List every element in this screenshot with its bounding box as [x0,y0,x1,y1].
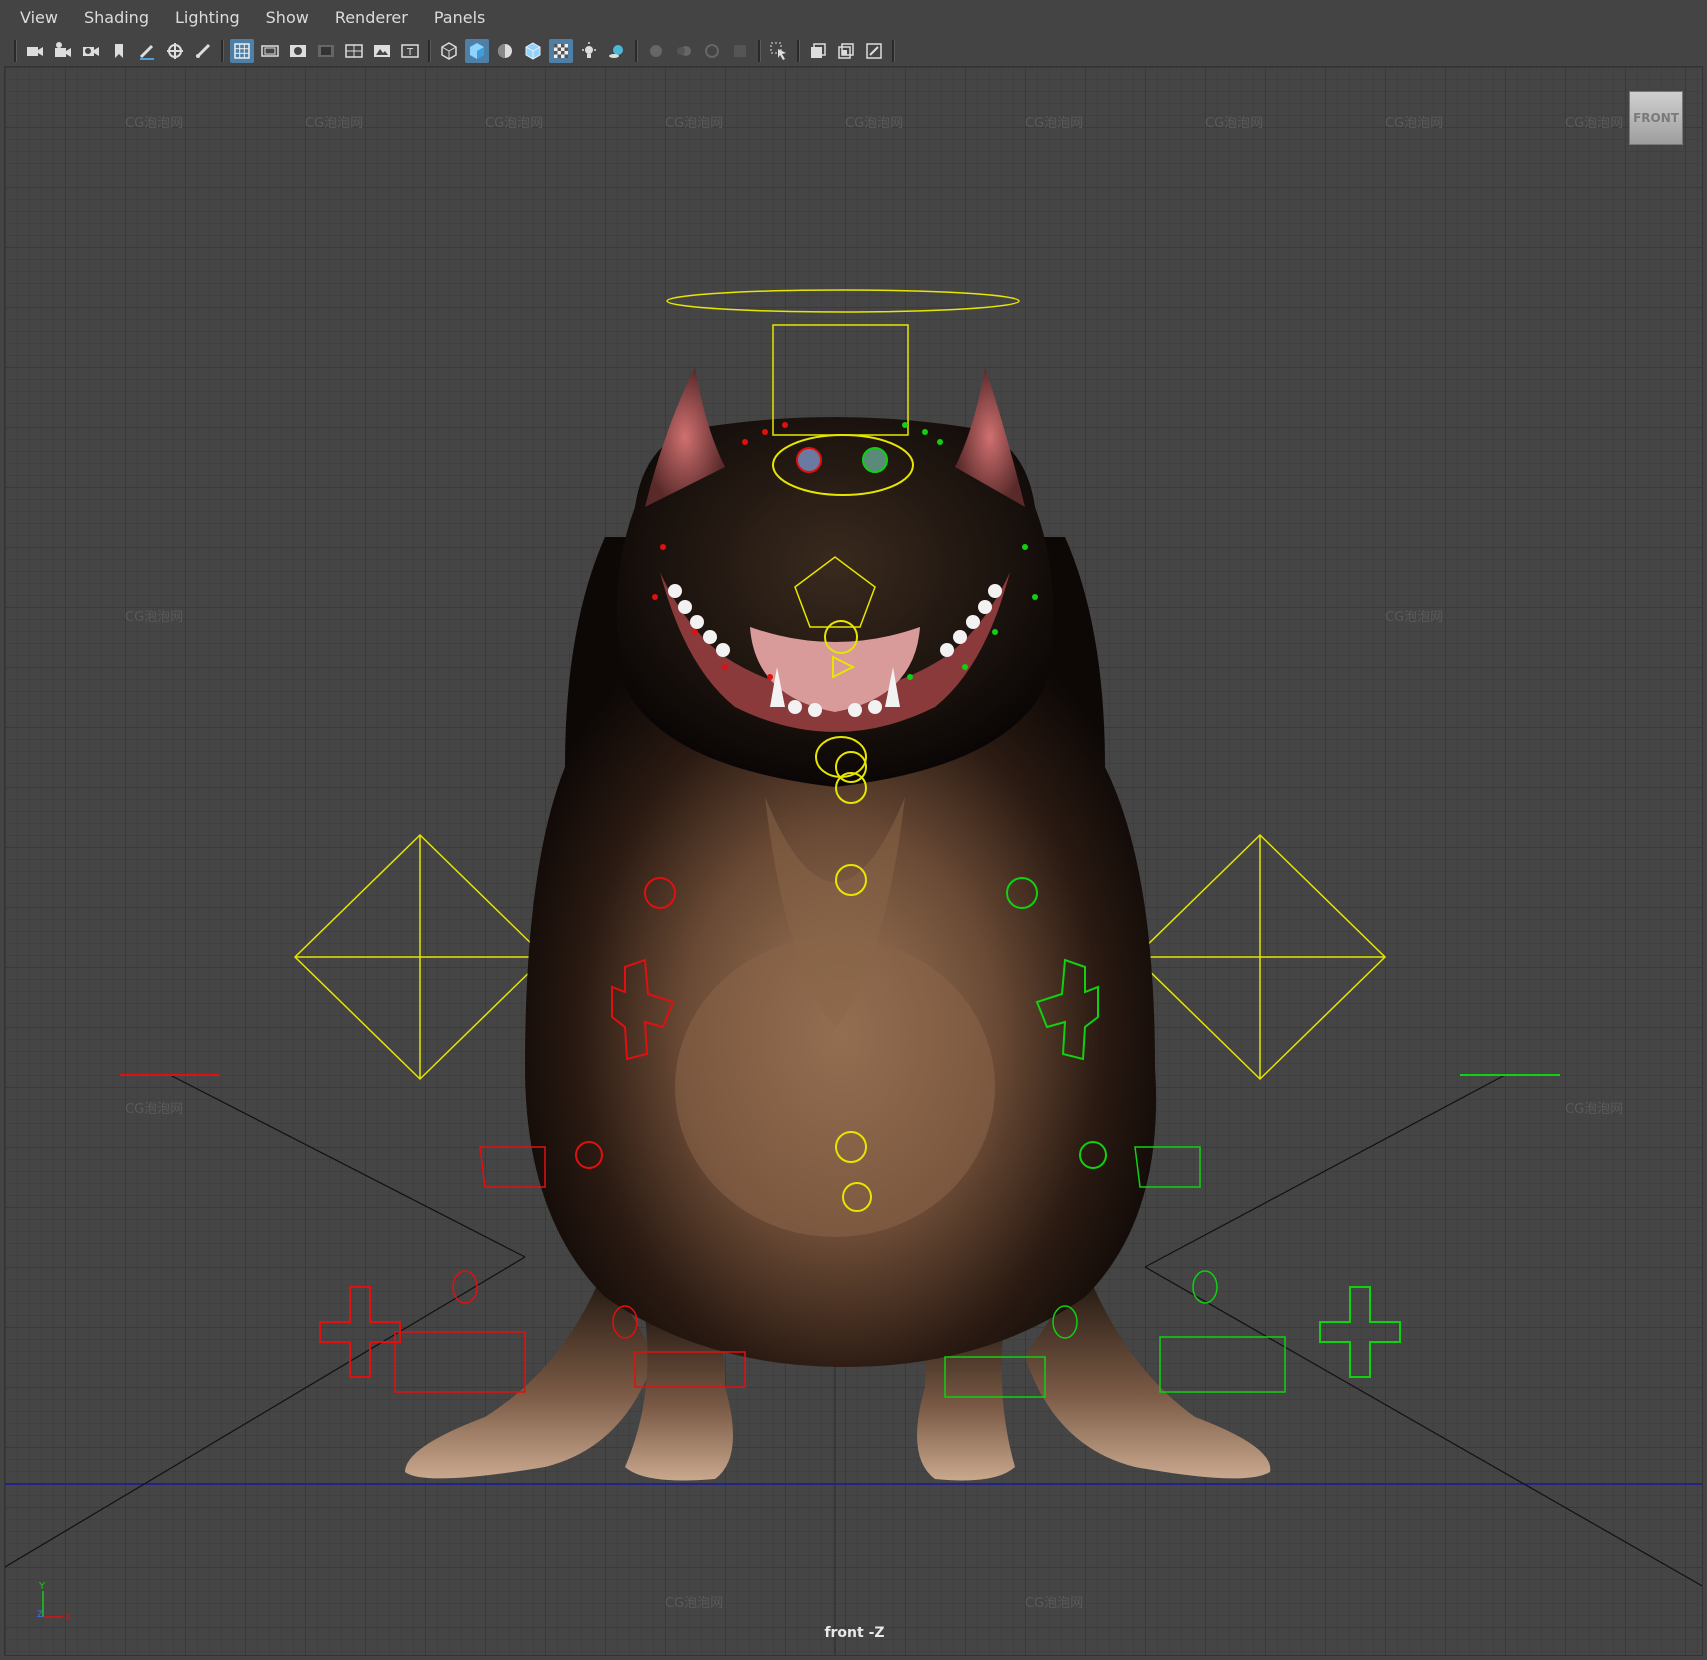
menu-panels[interactable]: Panels [421,0,499,36]
field-chart-icon[interactable] [342,39,366,63]
camera-lock-icon[interactable] [191,39,215,63]
xray-active-icon[interactable] [834,39,858,63]
grid-icon[interactable] [230,39,254,63]
safe-action-icon[interactable] [370,39,394,63]
watermark: CG泡泡网 [665,116,723,131]
use-all-lights-icon[interactable] [577,39,601,63]
watermark: CG泡泡网 [845,116,903,131]
svg-text:T: T [406,47,414,58]
watermark: CG泡泡网 [1205,116,1263,131]
watermark: CG泡泡网 [1025,1596,1083,1611]
y-axis-label: Y [38,1581,46,1592]
watermark: CG泡泡网 [1565,116,1623,131]
axis-gizmo: Y Z X [35,1577,85,1627]
watermark: CG泡泡网 [305,116,363,131]
select-camera-icon[interactable] [23,39,47,63]
safe-title-icon[interactable]: T [398,39,422,63]
eye-left [796,447,822,473]
maya-viewport-panel: View Shading Lighting Show Renderer Pane… [0,0,1707,1660]
depth-of-field-icon[interactable] [728,39,752,63]
toolbar-separator [797,40,800,62]
view-cube[interactable]: FRONT [1629,91,1683,145]
resolution-gate-icon[interactable] [286,39,310,63]
watermark: CG泡泡网 [125,1102,183,1117]
isolate-select-icon[interactable] [767,39,791,63]
panel-toolbar: T [0,36,1707,66]
camera-attributes-icon[interactable] [51,39,75,63]
menu-lighting[interactable]: Lighting [162,0,253,36]
toolbar-separator [758,40,761,62]
wireframe-icon[interactable] [437,39,461,63]
watermark: CG泡泡网 [1385,116,1443,131]
watermark: CG泡泡网 [1565,1102,1623,1117]
toolbar-separator [428,40,431,62]
wireframe-on-shaded-icon[interactable] [521,39,545,63]
grease-pencil-icon[interactable] [135,39,159,63]
motion-blur-icon[interactable] [672,39,696,63]
watermark: CG泡泡网 [1025,116,1083,131]
toolbar-separator [14,40,17,62]
menu-shading[interactable]: Shading [71,0,162,36]
toolbar-separator [635,40,638,62]
toolbar-separator [892,40,895,62]
gate-mask-icon[interactable] [314,39,338,63]
2d-pan-zoom-icon[interactable] [163,39,187,63]
watermark: CG泡泡网 [125,116,183,131]
shadows-icon[interactable] [605,39,629,63]
watermark: CG泡泡网 [1385,610,1443,625]
watermark: CG泡泡网 [665,1596,723,1611]
z-axis-label: Z [37,1610,43,1620]
image-plane-icon[interactable] [79,39,103,63]
menu-renderer[interactable]: Renderer [322,0,421,36]
viewport-scene: CG泡泡网 CG泡泡网 CG泡泡网 CG泡泡网 CG泡泡网 CG泡泡网 CG泡泡… [5,67,1702,1655]
menu-show[interactable]: Show [253,0,322,36]
bookmark-icon[interactable] [107,39,131,63]
ambient-occlusion-icon[interactable] [644,39,668,63]
3d-viewport[interactable]: CG泡泡网 CG泡泡网 CG泡泡网 CG泡泡网 CG泡泡网 CG泡泡网 CG泡泡… [4,66,1703,1656]
panel-menu-bar: View Shading Lighting Show Renderer Pane… [0,0,1707,36]
smooth-shade-icon[interactable] [465,39,489,63]
menu-view[interactable]: View [0,0,71,36]
eye-right [862,447,888,473]
film-gate-icon[interactable] [258,39,282,63]
xray-icon[interactable] [549,39,573,63]
backface-culling-icon[interactable] [862,39,886,63]
camera-name-label: front -Z [824,1625,885,1641]
multisample-aa-icon[interactable] [700,39,724,63]
toolbar-separator [221,40,224,62]
watermark: CG泡泡网 [485,116,543,131]
watermark: CG泡泡网 [125,610,183,625]
x-axis-label: X [65,1613,71,1623]
default-material-icon[interactable] [493,39,517,63]
xray-joints-icon[interactable] [806,39,830,63]
